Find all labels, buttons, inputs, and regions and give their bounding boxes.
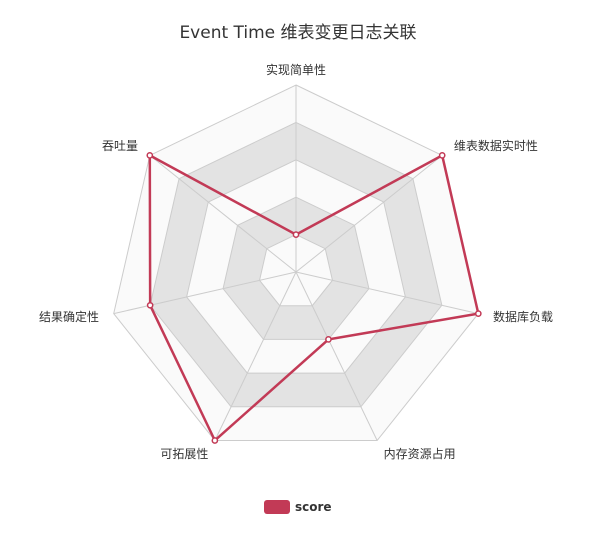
indicator-label-2: 数据库负载	[493, 309, 553, 324]
radar-chart: Event Time 维表变更日志关联 实现简单性维表数据实时性数据库负载内存资…	[39, 23, 553, 514]
data-point-0[interactable]	[292, 231, 300, 238]
chart-title: Event Time 维表变更日志关联	[179, 23, 416, 43]
indicator-label-1: 维表数据实时性	[454, 138, 538, 153]
data-point-3[interactable]	[325, 336, 332, 343]
data-point-2[interactable]	[474, 310, 482, 317]
legend-label-score: score	[295, 500, 332, 514]
data-point-1[interactable]	[438, 152, 446, 159]
legend-swatch-score	[264, 500, 290, 514]
indicator-label-5: 结果确定性	[39, 309, 99, 324]
indicator-label-3: 内存资源占用	[384, 446, 456, 461]
radar-grid	[113, 84, 479, 441]
indicator-label-6: 吞吐量	[102, 139, 138, 153]
data-point-4[interactable]	[211, 437, 219, 444]
legend[interactable]: score	[264, 500, 332, 514]
data-point-6[interactable]	[146, 152, 154, 159]
indicator-label-0: 实现简单性	[266, 62, 326, 77]
data-point-5[interactable]	[146, 301, 154, 309]
indicator-label-4: 可拓展性	[160, 447, 208, 461]
